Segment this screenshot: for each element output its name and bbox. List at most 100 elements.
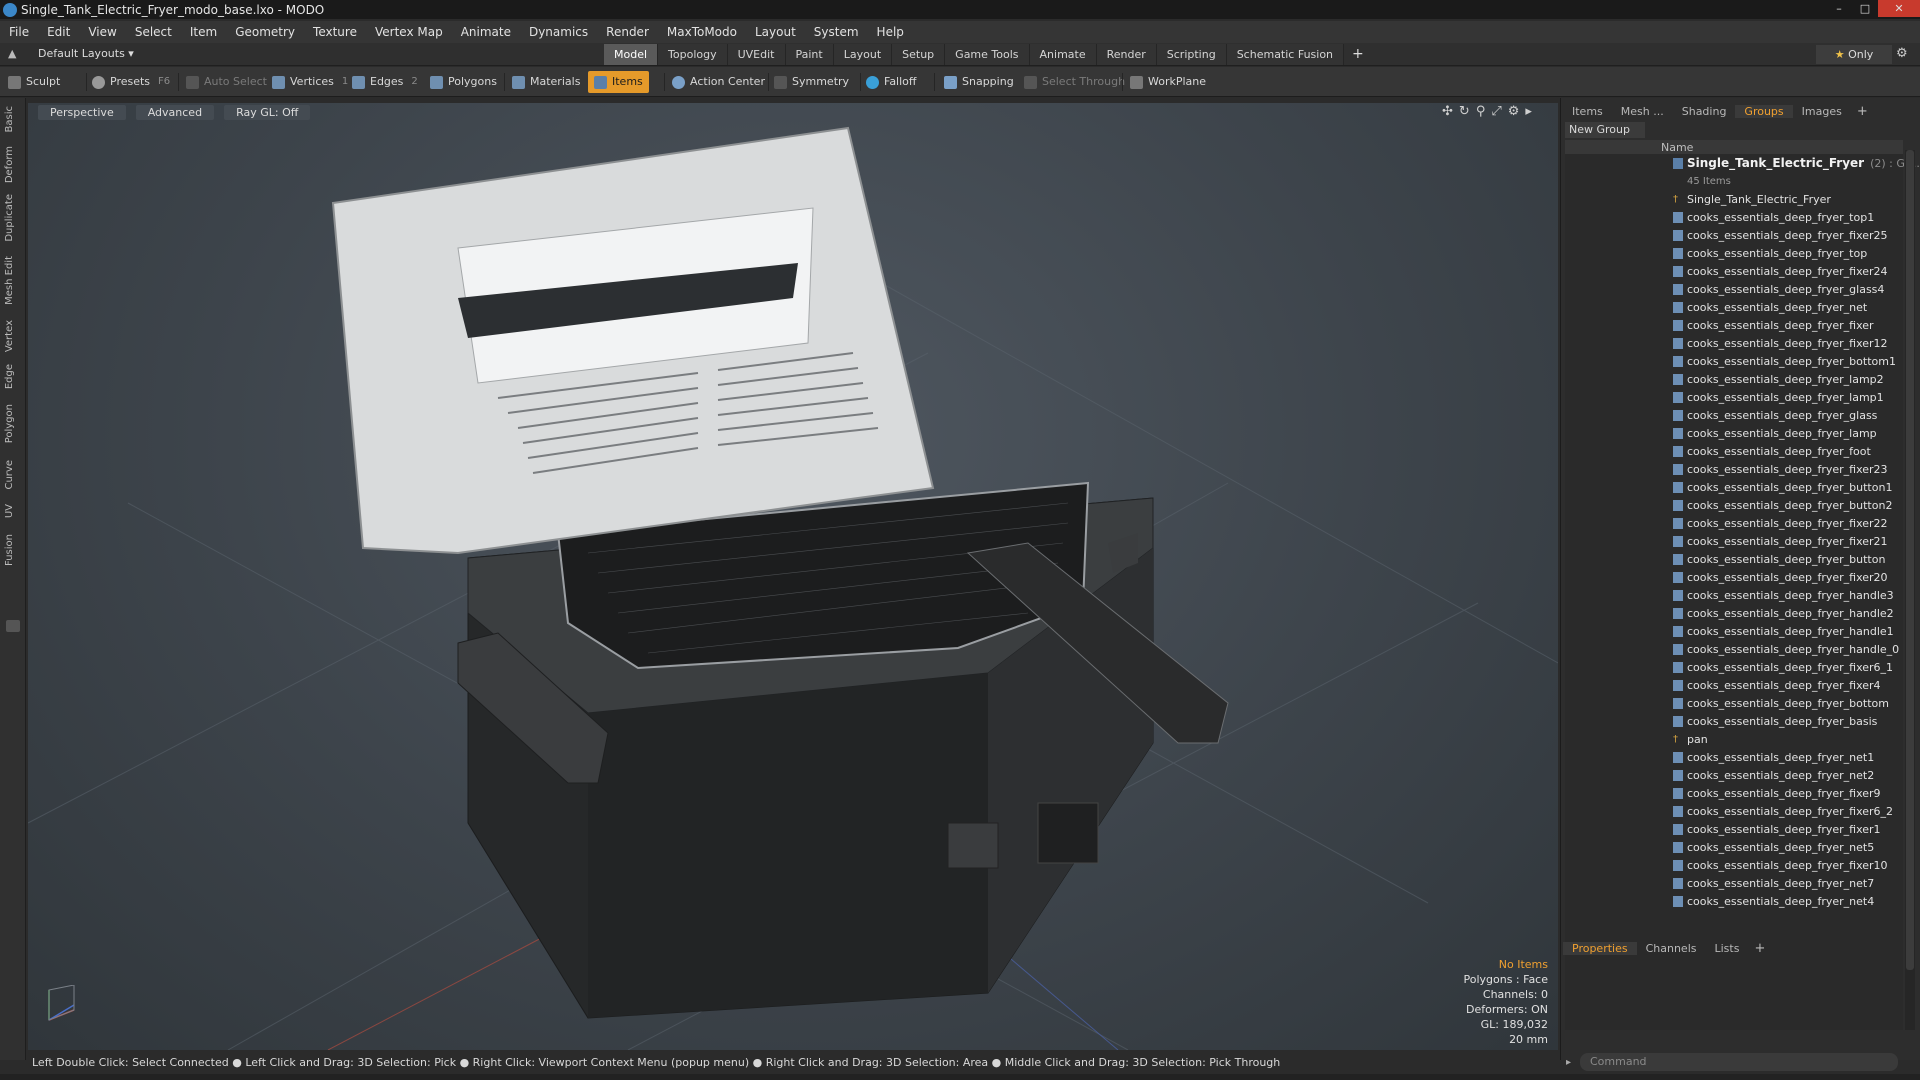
- list-item[interactable]: cooks_essentials_deep_fryer_lamp2: [1565, 370, 1903, 388]
- tab-duplicate[interactable]: Duplicate: [4, 194, 15, 242]
- tab-uv[interactable]: UV: [4, 504, 15, 518]
- default-layouts-dropdown[interactable]: Default Layouts ▾: [38, 47, 134, 60]
- tab-topology[interactable]: Topology: [658, 44, 728, 65]
- presets-button[interactable]: Presets F6: [92, 71, 170, 93]
- menu-system[interactable]: System: [805, 25, 868, 39]
- list-scrollbar[interactable]: [1905, 150, 1915, 1030]
- menu-geometry[interactable]: Geometry: [226, 25, 304, 39]
- menu-vertex-map[interactable]: Vertex Map: [366, 25, 452, 39]
- props-tab-properties[interactable]: Properties: [1563, 941, 1637, 955]
- list-item[interactable]: cooks_essentials_deep_fryer_button1: [1565, 478, 1903, 496]
- list-item[interactable]: cooks_essentials_deep_fryer_fixer1: [1565, 820, 1903, 838]
- tab-schematic-fusion[interactable]: Schematic Fusion: [1226, 44, 1345, 65]
- tab-deform[interactable]: Deform: [4, 146, 15, 183]
- zoom-view-icon[interactable]: ⚲: [1476, 104, 1486, 119]
- sculpt-button[interactable]: Sculpt: [8, 71, 60, 93]
- list-item[interactable]: cooks_essentials_deep_fryer_fixer4: [1565, 676, 1903, 694]
- panel-tab-shading[interactable]: Shading: [1673, 105, 1736, 118]
- items-button[interactable]: Items: [588, 71, 649, 93]
- list-item[interactable]: cooks_essentials_deep_fryer_glass4: [1565, 280, 1903, 298]
- list-item[interactable]: cooks_essentials_deep_fryer_handle_0: [1565, 640, 1903, 658]
- list-item[interactable]: cooks_essentials_deep_fryer_net: [1565, 298, 1903, 316]
- shading-mode-button[interactable]: Advanced: [135, 104, 215, 120]
- move-view-icon[interactable]: ✣: [1442, 104, 1453, 119]
- list-item[interactable]: cooks_essentials_deep_fryer_fixer24: [1565, 262, 1903, 280]
- list-item[interactable]: cooks_essentials_deep_fryer_net4: [1565, 892, 1903, 910]
- list-item[interactable]: cooks_essentials_deep_fryer_bottom: [1565, 694, 1903, 712]
- close-button[interactable]: ✕: [1878, 0, 1920, 17]
- symmetry-button[interactable]: Symmetry: [774, 71, 849, 93]
- tab-scripting[interactable]: Scripting: [1156, 44, 1227, 65]
- tab-vertex[interactable]: Vertex: [4, 320, 15, 352]
- tab-setup[interactable]: Setup: [892, 44, 946, 65]
- menu-item[interactable]: Item: [181, 25, 226, 39]
- menu-layout[interactable]: Layout: [746, 25, 805, 39]
- tab-basic[interactable]: Basic: [4, 106, 15, 132]
- tab-polygon[interactable]: Polygon: [4, 404, 15, 443]
- tab-mesh-edit[interactable]: Mesh Edit: [4, 256, 15, 305]
- group-row[interactable]: Single_Tank_Electric_Fryer (2) : Gr ...: [1565, 154, 1920, 172]
- minimize-button[interactable]: –: [1826, 0, 1852, 17]
- maximize-button[interactable]: □: [1852, 0, 1878, 17]
- list-item[interactable]: cooks_essentials_deep_fryer_handle1: [1565, 622, 1903, 640]
- viewport-settings-icon[interactable]: ⚙: [1508, 104, 1520, 119]
- list-item[interactable]: cooks_essentials_deep_fryer_glass: [1565, 406, 1903, 424]
- list-item[interactable]: cooks_essentials_deep_fryer_fixer: [1565, 316, 1903, 334]
- viewport-expand-icon[interactable]: ▸: [1525, 104, 1532, 119]
- panel-toggle[interactable]: [6, 620, 20, 632]
- list-item[interactable]: cooks_essentials_deep_fryer_fixer23: [1565, 460, 1903, 478]
- list-item[interactable]: cooks_essentials_deep_fryer_fixer22: [1565, 514, 1903, 532]
- props-add-tab-button[interactable]: +: [1748, 941, 1771, 956]
- new-group-button[interactable]: New Group: [1565, 122, 1645, 138]
- tab-game-tools[interactable]: Game Tools: [945, 44, 1030, 65]
- list-item[interactable]: cooks_essentials_deep_fryer_foot: [1565, 442, 1903, 460]
- list-item[interactable]: cooks_essentials_deep_fryer_fixer20: [1565, 568, 1903, 586]
- only-toggle[interactable]: ★ Only: [1816, 45, 1892, 64]
- list-item[interactable]: cooks_essentials_deep_fryer_button: [1565, 550, 1903, 568]
- list-item[interactable]: cooks_essentials_deep_fryer_top: [1565, 244, 1903, 262]
- list-item[interactable]: cooks_essentials_deep_fryer_top1: [1565, 208, 1903, 226]
- action-center-button[interactable]: Action Center: [672, 71, 765, 93]
- name-column-header[interactable]: Name: [1661, 141, 1693, 154]
- list-item[interactable]: cooks_essentials_deep_fryer_button2: [1565, 496, 1903, 514]
- list-item[interactable]: cooks_essentials_deep_fryer_fixer6_1: [1565, 658, 1903, 676]
- menu-select[interactable]: Select: [126, 25, 181, 39]
- materials-button[interactable]: Materials: [512, 71, 580, 93]
- tab-edge[interactable]: Edge: [4, 364, 15, 389]
- list-item[interactable]: cooks_essentials_deep_fryer_fixer9: [1565, 784, 1903, 802]
- polygons-button[interactable]: Polygons: [430, 71, 497, 93]
- scroll-thumb[interactable]: [1906, 150, 1914, 970]
- raygl-button[interactable]: Ray GL: Off: [224, 104, 311, 120]
- list-item[interactable]: cooks_essentials_deep_fryer_lamp1: [1565, 388, 1903, 406]
- panel-tab-mesh[interactable]: Mesh ...: [1612, 105, 1673, 118]
- list-item[interactable]: cooks_essentials_deep_fryer_net2: [1565, 766, 1903, 784]
- menu-dynamics[interactable]: Dynamics: [520, 25, 597, 39]
- rotate-view-icon[interactable]: ↻: [1459, 104, 1470, 119]
- panel-tab-items[interactable]: Items: [1563, 105, 1612, 118]
- menu-render[interactable]: Render: [597, 25, 658, 39]
- select-through-button[interactable]: Select Through: [1024, 71, 1125, 93]
- workplane-button[interactable]: WorkPlane: [1130, 71, 1206, 93]
- tab-layout[interactable]: Layout: [833, 44, 893, 65]
- menu-animate[interactable]: Animate: [452, 25, 520, 39]
- auto-select-button[interactable]: Auto Select: [186, 71, 267, 93]
- list-item[interactable]: cooks_essentials_deep_fryer_net1: [1565, 748, 1903, 766]
- command-input[interactable]: Command: [1580, 1053, 1898, 1071]
- panel-add-tab-button[interactable]: +: [1851, 104, 1874, 119]
- list-item[interactable]: cooks_essentials_deep_fryer_net7: [1565, 874, 1903, 892]
- list-item[interactable]: † Single_Tank_Electric_Fryer: [1565, 190, 1903, 208]
- add-tab-button[interactable]: +: [1344, 44, 1372, 65]
- menu-edit[interactable]: Edit: [38, 25, 79, 39]
- view-mode-button[interactable]: Perspective: [38, 104, 126, 120]
- list-item[interactable]: cooks_essentials_deep_fryer_lamp: [1565, 424, 1903, 442]
- list-item[interactable]: cooks_essentials_deep_fryer_net5: [1565, 838, 1903, 856]
- list-item[interactable]: cooks_essentials_deep_fryer_handle3: [1565, 586, 1903, 604]
- tab-uvedit[interactable]: UVEdit: [727, 44, 786, 65]
- list-item[interactable]: cooks_essentials_deep_fryer_fixer12: [1565, 334, 1903, 352]
- list-item[interactable]: cooks_essentials_deep_fryer_handle2: [1565, 604, 1903, 622]
- list-item[interactable]: cooks_essentials_deep_fryer_fixer21: [1565, 532, 1903, 550]
- list-item[interactable]: cooks_essentials_deep_fryer_fixer6_2: [1565, 802, 1903, 820]
- tab-paint[interactable]: Paint: [785, 44, 834, 65]
- menu-help[interactable]: Help: [868, 25, 913, 39]
- falloff-button[interactable]: Falloff: [866, 71, 916, 93]
